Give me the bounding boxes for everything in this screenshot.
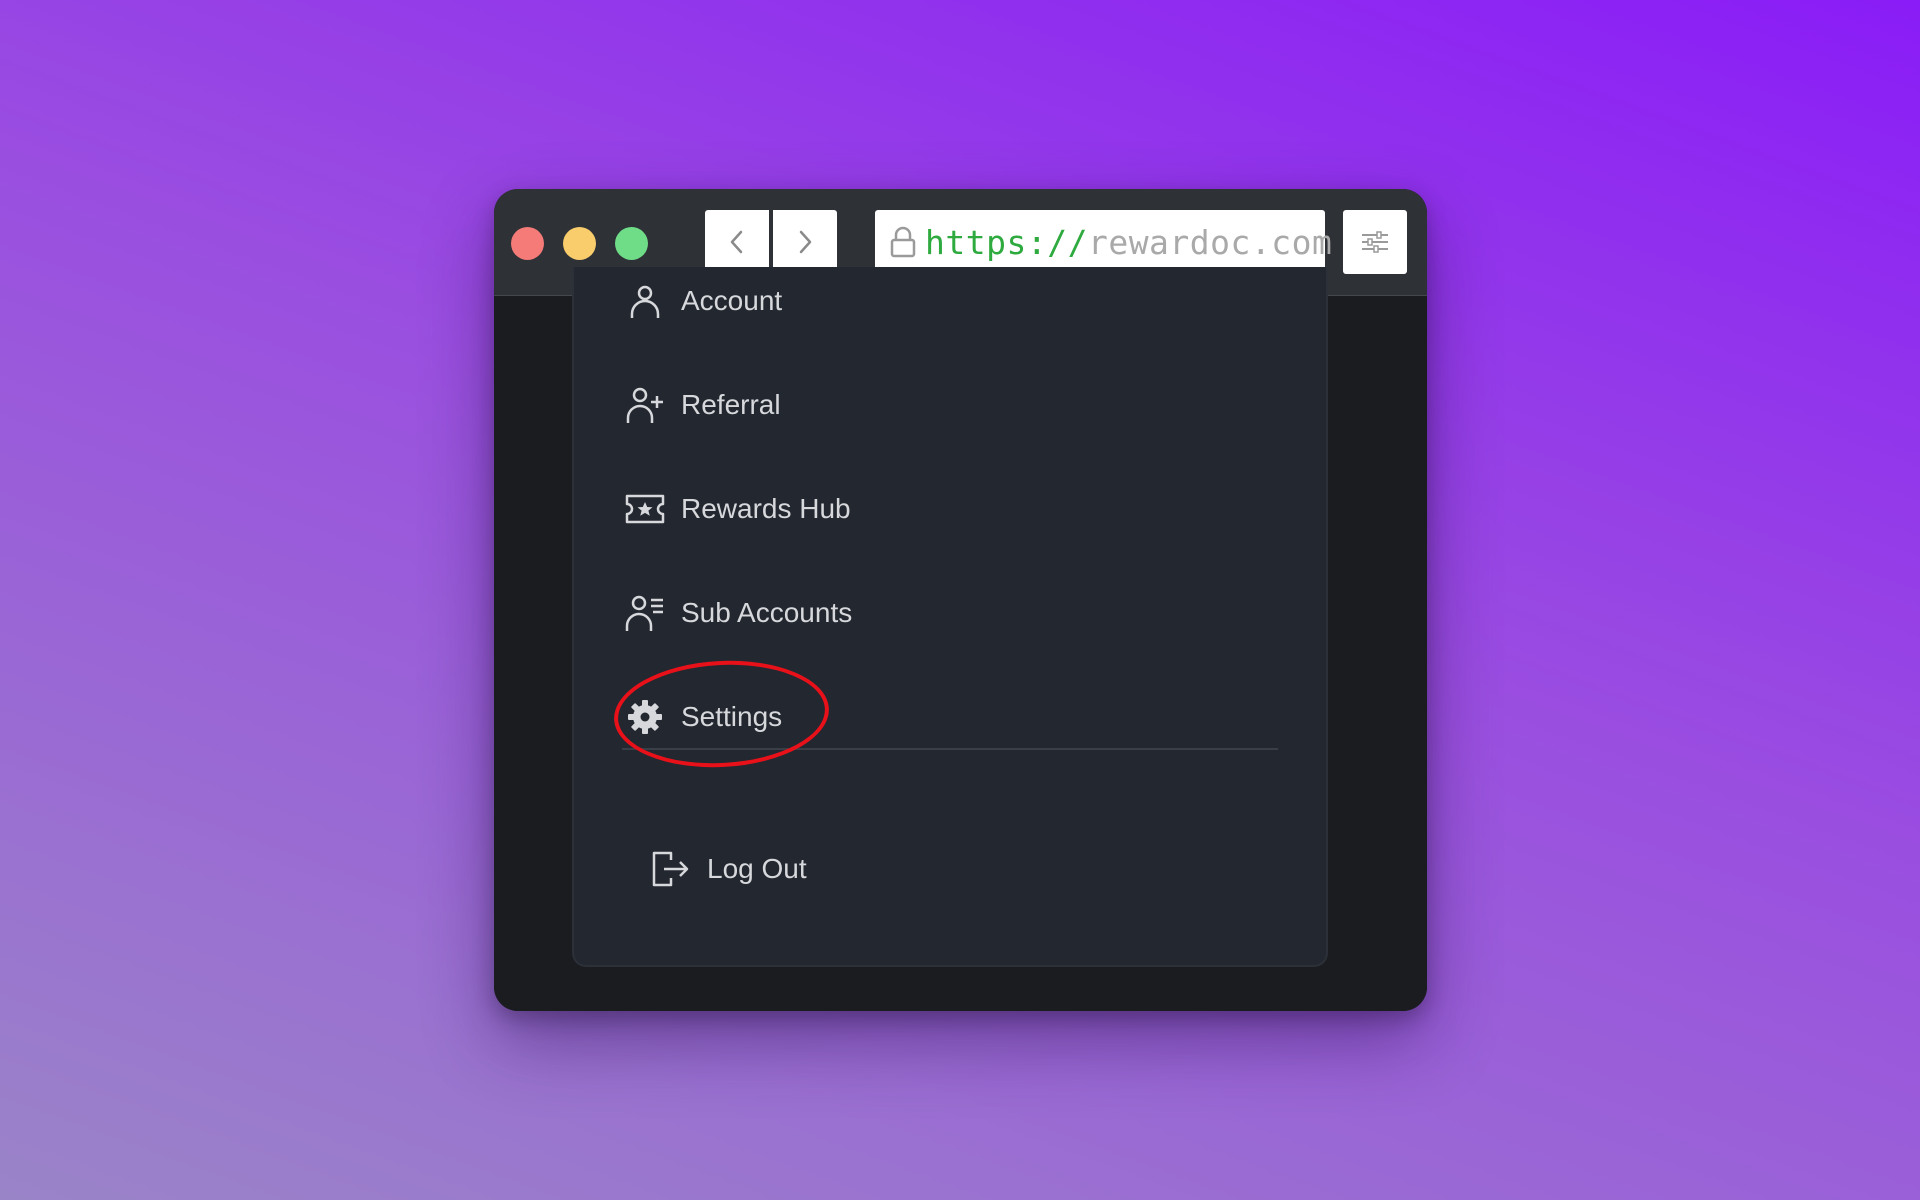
- logout-label: Log Out: [707, 853, 807, 884]
- menu-item-label: Referral: [681, 389, 781, 420]
- url-host: rewardoc.com: [1087, 222, 1333, 262]
- person-list-icon: [624, 592, 666, 634]
- person-icon: [624, 280, 666, 322]
- close-window-button[interactable]: [511, 227, 544, 260]
- url-text: https://rewardoc.com: [925, 223, 1332, 262]
- chevron-left-icon: [730, 230, 743, 254]
- sliders-icon: [1362, 231, 1388, 253]
- menu-item-label: Account: [681, 285, 783, 316]
- address-bar[interactable]: https://rewardoc.com: [875, 210, 1332, 274]
- browser-window: https://rewardoc.com Account Referral Re…: [494, 189, 1427, 1011]
- url-scheme: https://: [925, 222, 1088, 262]
- menu-item-sub-accounts[interactable]: Sub Accounts: [624, 583, 852, 643]
- logout-icon: [650, 848, 692, 890]
- browser-menu-button[interactable]: [1343, 210, 1407, 274]
- lock-icon: [889, 225, 917, 259]
- minimize-window-button[interactable]: [563, 227, 596, 260]
- forward-button[interactable]: [773, 210, 837, 274]
- page-content: Account Referral Rewards Hub Sub Account…: [494, 267, 1427, 1011]
- ticket-star-icon: [624, 488, 666, 530]
- menu-item-settings[interactable]: Settings: [624, 687, 782, 747]
- menu-item-account[interactable]: Account: [624, 271, 782, 331]
- maximize-window-button[interactable]: [615, 227, 648, 260]
- gear-icon: [624, 696, 666, 738]
- logout-button[interactable]: Log Out: [650, 839, 807, 899]
- menu-item-label: Settings: [681, 701, 783, 732]
- person-plus-icon: [624, 384, 666, 426]
- menu-item-referral[interactable]: Referral: [624, 375, 781, 435]
- menu-item-label: Sub Accounts: [681, 597, 853, 628]
- account-dropdown-menu: Account Referral Rewards Hub Sub Account…: [572, 267, 1328, 967]
- menu-divider: [622, 748, 1278, 750]
- chevron-right-icon: [799, 230, 812, 254]
- menu-item-label: Rewards Hub: [681, 493, 851, 524]
- menu-item-rewards-hub[interactable]: Rewards Hub: [624, 479, 851, 539]
- back-button[interactable]: [705, 210, 769, 274]
